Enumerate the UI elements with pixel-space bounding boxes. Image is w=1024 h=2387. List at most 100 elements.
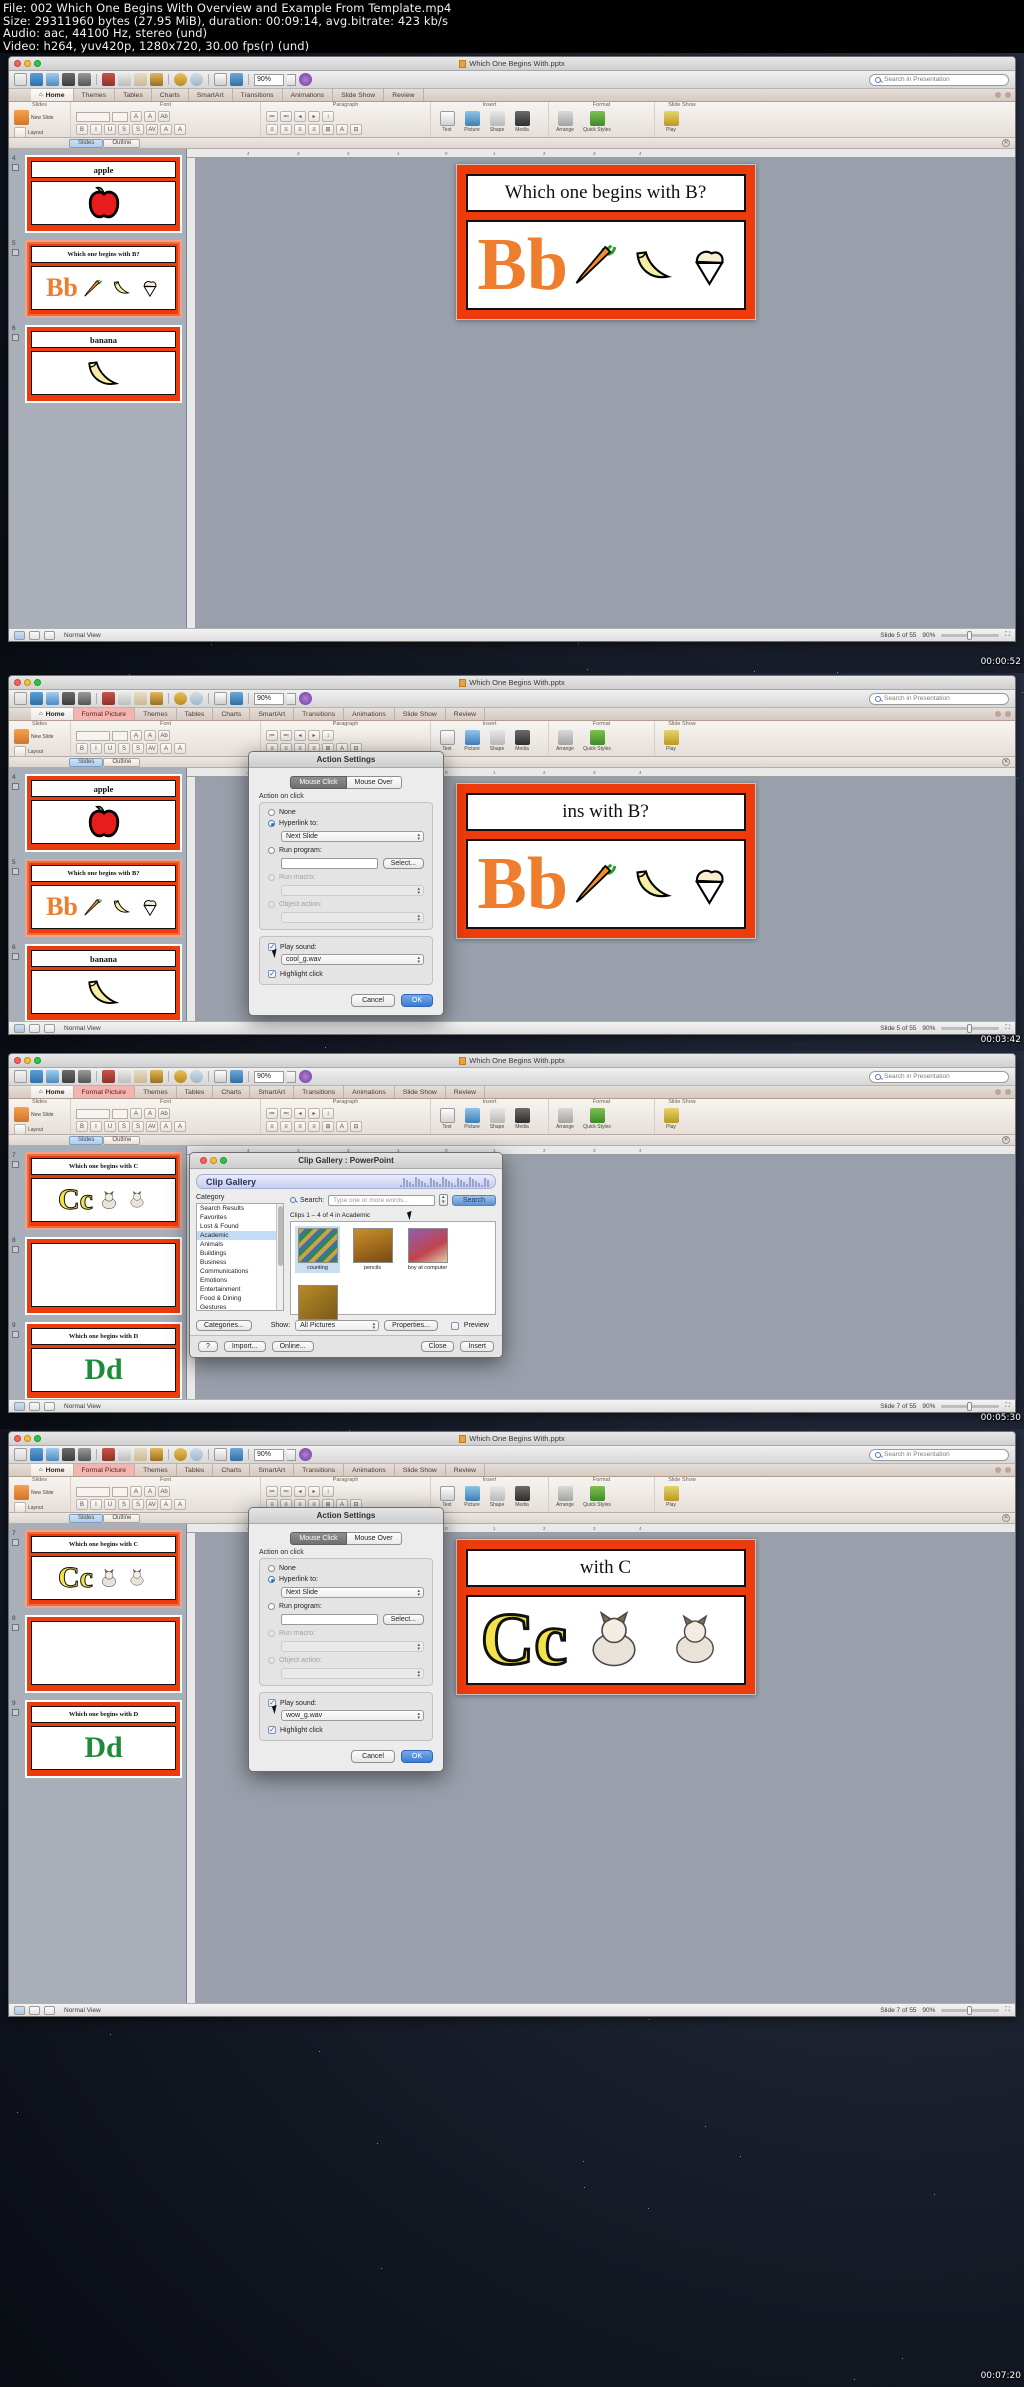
slideshow-view-icon[interactable]	[44, 1024, 55, 1033]
insert-shape-button[interactable]: Shape	[486, 1108, 508, 1130]
tab-slide-show[interactable]: Slide Show	[395, 708, 446, 720]
window-controls[interactable]	[14, 1057, 41, 1064]
tab-home[interactable]: ⌂ Home	[31, 708, 74, 720]
slide-thumbnail[interactable]: apple	[25, 155, 182, 233]
shadow-icon[interactable]: S	[118, 1499, 130, 1510]
font-color-icon[interactable]: A	[174, 743, 186, 754]
tab-transitions[interactable]: Transitions	[294, 708, 344, 720]
slide-thumbnail[interactable]: banana	[25, 325, 182, 403]
ribbon-settings-icon[interactable]	[1005, 92, 1011, 98]
tab-animations[interactable]: Animations	[344, 1464, 395, 1476]
ribbon-collapse-icon[interactable]	[995, 1089, 1001, 1095]
tab-slides[interactable]: Slides	[69, 758, 103, 767]
zoom-slider-knob[interactable]	[967, 631, 972, 640]
insert-picture-button[interactable]: Picture	[461, 111, 483, 133]
insert-text-button[interactable]: Text	[436, 111, 458, 133]
new-slide-icon[interactable]	[14, 110, 29, 125]
close-icon[interactable]	[200, 1157, 207, 1164]
close-button[interactable]: Close	[421, 1341, 455, 1352]
grow-font-icon[interactable]: A	[130, 1108, 142, 1119]
tab-smartart[interactable]: SmartArt	[250, 1464, 294, 1476]
ribbon-collapse-icon[interactable]	[995, 711, 1001, 717]
radio-hyperlink[interactable]	[268, 1576, 275, 1583]
font-size-select[interactable]	[112, 1487, 128, 1497]
tab-themes[interactable]: Themes	[74, 89, 116, 101]
columns-icon[interactable]: ⊞	[322, 1121, 334, 1132]
tab-review[interactable]: Review	[446, 1464, 485, 1476]
tab-slide-show[interactable]: Slide Show	[395, 1086, 446, 1098]
align-left-icon[interactable]: ≡	[266, 124, 278, 135]
fit-slide-icon[interactable]: ⛶	[1005, 1402, 1010, 1410]
dialog-window-controls[interactable]	[200, 1157, 227, 1164]
insert-media-button[interactable]: Media	[511, 111, 533, 133]
bullets-icon[interactable]: ≔	[266, 1486, 278, 1497]
insert-shape-button[interactable]: Shape	[486, 1486, 508, 1508]
slideshow-view-icon[interactable]	[44, 1402, 55, 1411]
font-color-icon[interactable]: A	[174, 1121, 186, 1132]
select-program-button[interactable]: Select...	[383, 858, 424, 869]
slideshow-view-icon[interactable]	[44, 2006, 55, 2015]
zoom-stepper[interactable]	[287, 74, 296, 86]
layout-icon[interactable]	[14, 746, 26, 757]
option-run-program[interactable]: Run program:	[268, 1603, 424, 1610]
action-settings-dialog[interactable]: Action Settings Mouse Click Mouse Over A…	[248, 1507, 444, 1772]
shrink-font-icon[interactable]: A	[144, 1108, 156, 1119]
fit-slide-icon[interactable]: ⛶	[1005, 2006, 1010, 2014]
option-hyperlink[interactable]: Hyperlink to:	[268, 1576, 424, 1583]
character-spacing-icon[interactable]: AV	[146, 124, 158, 135]
category-item[interactable]: Communications	[197, 1267, 283, 1276]
tab-transitions[interactable]: Transitions	[294, 1086, 344, 1098]
search-in-presentation-input[interactable]: Search in Presentation	[869, 74, 1009, 86]
slide-thumbnail-item[interactable]: 4 apple	[25, 155, 182, 233]
bold-icon[interactable]: B	[76, 1121, 88, 1132]
line-spacing-icon[interactable]: ↕	[322, 1108, 334, 1119]
highlight-click-row[interactable]: Highlight click	[268, 970, 424, 978]
close-pane-icon[interactable]: ✕	[1002, 1514, 1010, 1522]
tab-slide-show[interactable]: Slide Show	[333, 89, 384, 101]
underline-icon[interactable]: U	[104, 1499, 116, 1510]
increase-indent-icon[interactable]: ▸	[308, 730, 320, 741]
category-scrollbar[interactable]	[276, 1204, 283, 1310]
align-text-icon[interactable]: ⊟	[350, 124, 362, 135]
slide-sorter-icon[interactable]	[29, 631, 40, 640]
italic-icon[interactable]: I	[90, 743, 102, 754]
action-settings-dialog[interactable]: Action Settings Mouse Click Mouse Over A…	[248, 751, 444, 1016]
paste-icon[interactable]	[134, 692, 147, 705]
tab-smartart[interactable]: SmartArt	[250, 1086, 294, 1098]
insert-picture-button[interactable]: Picture	[461, 730, 483, 752]
insert-media-button[interactable]: Media	[511, 730, 533, 752]
clip-item[interactable]: counting	[295, 1226, 340, 1273]
slide-thumbnail[interactable]: Which one begins with C Cc	[25, 1530, 182, 1608]
slide-thumbnail-pane[interactable]: 4 apple 5 Which one begins with B? Bb 6 ban…	[9, 149, 187, 628]
slide-title-placeholder[interactable]: with C	[466, 1549, 746, 1587]
redo-icon[interactable]	[190, 692, 203, 705]
zoom-level-input[interactable]: 90%	[254, 1071, 284, 1083]
category-item[interactable]: Search Results	[197, 1204, 283, 1213]
print-icon[interactable]	[78, 692, 91, 705]
close-pane-icon[interactable]: ✕	[1002, 1136, 1010, 1144]
copy-icon[interactable]	[118, 692, 131, 705]
underline-icon[interactable]: U	[104, 743, 116, 754]
zoom-slider[interactable]	[941, 2009, 999, 2012]
tab-review[interactable]: Review	[446, 1086, 485, 1098]
tab-home[interactable]: ⌂ Home	[31, 89, 74, 101]
clip-gallery-dialog[interactable]: Clip Gallery : PowerPoint Clip Gallery C…	[189, 1152, 503, 1358]
cut-icon[interactable]	[102, 692, 115, 705]
numbering-icon[interactable]: ≕	[280, 1486, 292, 1497]
undo-icon[interactable]	[174, 1070, 187, 1083]
ribbon-settings-icon[interactable]	[1005, 711, 1011, 717]
text-highlight-icon[interactable]: A	[160, 743, 172, 754]
option-none[interactable]: None	[268, 809, 424, 816]
shadow-icon[interactable]: S	[118, 124, 130, 135]
insert-shape-button[interactable]: Shape	[486, 111, 508, 133]
play-button[interactable]: Play	[660, 730, 682, 752]
new-slide-icon[interactable]	[30, 73, 43, 86]
character-spacing-icon[interactable]: AV	[146, 1121, 158, 1132]
grow-font-icon[interactable]: A	[130, 1486, 142, 1497]
slide-content-placeholder[interactable]: Bb	[466, 839, 746, 929]
slide-content-placeholder[interactable]: Bb	[466, 220, 746, 310]
paste-icon[interactable]	[134, 1070, 147, 1083]
category-item[interactable]: Emotions	[197, 1276, 283, 1285]
zoom-stepper[interactable]	[287, 1449, 296, 1461]
window-controls[interactable]	[14, 1435, 41, 1442]
